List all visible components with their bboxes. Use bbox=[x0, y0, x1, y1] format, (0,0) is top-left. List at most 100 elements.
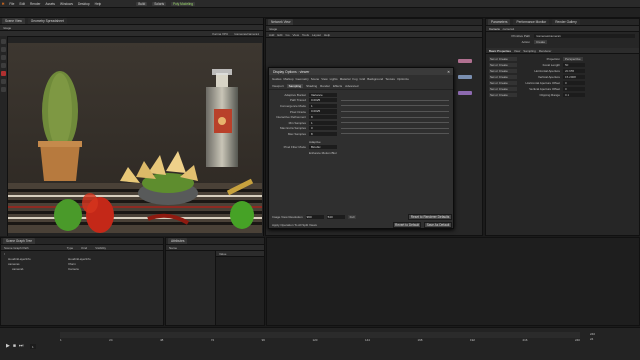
set-or-create[interactable]: Set or Create bbox=[489, 93, 517, 97]
current-frame-field[interactable]: 1 bbox=[30, 344, 36, 349]
subtab-renderer[interactable]: Renderer bbox=[539, 49, 552, 53]
pixel-oracle-slider[interactable] bbox=[341, 111, 449, 113]
action-select[interactable]: Create bbox=[534, 40, 548, 44]
tab-scene-graph[interactable]: Scene Graph Tree bbox=[3, 238, 36, 244]
extra-samples-field[interactable]: 0 bbox=[309, 126, 337, 131]
subtab-viewport[interactable]: Viewport bbox=[272, 84, 284, 88]
revert-default-button[interactable]: Revert to Default bbox=[393, 222, 421, 228]
set-or-create[interactable]: Set or Create bbox=[489, 87, 517, 91]
net-menu-go[interactable]: Go bbox=[286, 33, 290, 37]
max-samples-slider[interactable] bbox=[341, 133, 449, 135]
col-visibility[interactable]: Visibility bbox=[95, 246, 106, 250]
menu-windows[interactable]: Windows bbox=[60, 2, 73, 6]
col-type[interactable]: Type bbox=[67, 246, 74, 250]
col-kind[interactable]: Kind bbox=[81, 246, 87, 250]
res-height-field[interactable]: 540 bbox=[326, 214, 345, 220]
subtab-effects[interactable]: Effects bbox=[333, 84, 342, 88]
tab-details[interactable]: Attributes bbox=[168, 238, 188, 244]
tab-optimize[interactable]: Optimize bbox=[397, 77, 409, 81]
refinement-field[interactable]: 8 bbox=[309, 115, 337, 120]
convergence-slider[interactable] bbox=[341, 105, 449, 107]
convergence-field[interactable]: 1 bbox=[309, 103, 337, 109]
menu-edit[interactable]: Edit bbox=[19, 2, 25, 6]
tab-scene-view[interactable]: Scene View bbox=[2, 18, 25, 24]
fps-field[interactable]: 24 bbox=[590, 337, 595, 341]
node-name-field[interactable]: camera1 bbox=[503, 27, 515, 31]
tree-row[interactable]: camera1 Camera bbox=[4, 267, 160, 272]
tab-geometry[interactable]: Geometry bbox=[296, 77, 309, 81]
scale-tool-icon[interactable] bbox=[1, 63, 6, 68]
handle-tool-icon[interactable] bbox=[1, 71, 6, 76]
magnet-icon[interactable] bbox=[1, 79, 6, 84]
tab-view[interactable]: View bbox=[321, 77, 327, 81]
tab-fog[interactable]: Fog bbox=[352, 77, 357, 81]
reset-renderer-defaults-button[interactable]: Reset to Renderer Defaults bbox=[408, 214, 452, 220]
subtab-advanced[interactable]: Advanced bbox=[345, 84, 358, 88]
menu-help[interactable]: Help bbox=[95, 2, 102, 6]
adaptive-bucket-select[interactable]: Variance bbox=[309, 92, 337, 97]
col-name[interactable]: Name bbox=[169, 246, 177, 250]
step-forward-icon[interactable]: ⏭ bbox=[19, 343, 24, 349]
net-menu-edit[interactable]: Edit bbox=[277, 33, 282, 37]
adaptive-checkbox[interactable]: Adaptive bbox=[309, 140, 321, 144]
set-or-create[interactable]: Set or Create bbox=[489, 69, 517, 73]
subtab-basic[interactable]: Basic Properties bbox=[489, 49, 511, 53]
tab-guides[interactable]: Guides bbox=[272, 77, 282, 81]
network-path[interactable]: /stage bbox=[269, 27, 277, 31]
play-icon[interactable]: ▶ bbox=[6, 343, 10, 349]
desktop-select[interactable]: Solaris bbox=[152, 1, 167, 6]
subtab-render[interactable]: Render bbox=[320, 84, 330, 88]
tab-geometry-spreadsheet[interactable]: Geometry Spreadsheet bbox=[27, 18, 67, 24]
menu-file[interactable]: File bbox=[9, 2, 14, 6]
pixel-filter-select[interactable]: Bicubic bbox=[309, 145, 337, 150]
net-menu-layout[interactable]: Layout bbox=[312, 33, 321, 37]
v-aperture-field[interactable]: 15.2908 bbox=[563, 75, 585, 79]
col-path[interactable]: Scene Graph Path bbox=[4, 246, 29, 250]
tab-parameters[interactable]: Parameters bbox=[488, 19, 511, 25]
net-menu-tools[interactable]: Tools bbox=[302, 33, 309, 37]
projection-select[interactable]: Perspective bbox=[563, 57, 583, 61]
move-tool-icon[interactable] bbox=[1, 47, 6, 52]
tab-markup[interactable]: Markup bbox=[284, 77, 294, 81]
set-or-create[interactable]: Set or Create bbox=[489, 63, 517, 67]
rotate-tool-icon[interactable] bbox=[1, 55, 6, 60]
min-samples-slider[interactable] bbox=[341, 122, 449, 124]
subtab-view[interactable]: View bbox=[514, 49, 520, 53]
res-unit-select[interactable]: Full bbox=[347, 215, 357, 219]
network-node[interactable] bbox=[458, 59, 472, 63]
clipping-range-field[interactable]: 0.1 bbox=[563, 93, 585, 97]
select-tool-icon[interactable] bbox=[1, 39, 6, 44]
camera-icon[interactable] bbox=[1, 87, 6, 92]
menu-assets[interactable]: Assets bbox=[45, 2, 55, 6]
tab-performance-monitor[interactable]: Performance Monitor bbox=[513, 19, 550, 25]
subtab-shading[interactable]: Shading bbox=[306, 84, 317, 88]
image-view-res-checkbox[interactable]: Image View Resolution bbox=[272, 215, 303, 219]
h-aperture-field[interactable]: 20.955 bbox=[563, 69, 585, 73]
set-or-create[interactable]: Set or Create bbox=[489, 75, 517, 79]
primitive-path-field[interactable]: /cameras/camera1 bbox=[534, 34, 635, 38]
tab-grid[interactable]: Grid bbox=[360, 77, 366, 81]
render-delegate-select[interactable]: Karma XPU bbox=[212, 32, 228, 36]
houdini-logo[interactable]: H bbox=[2, 2, 4, 6]
focal-length-field[interactable]: 50 bbox=[563, 63, 585, 67]
h-offset-field[interactable]: 0 bbox=[563, 81, 585, 85]
end-frame-field[interactable]: 240 bbox=[590, 332, 595, 336]
extra-samples-slider[interactable] bbox=[341, 127, 449, 129]
net-menu-view[interactable]: View bbox=[293, 33, 299, 37]
min-samples-field[interactable]: 1 bbox=[309, 120, 337, 125]
net-menu-add[interactable]: Add bbox=[269, 33, 274, 37]
tab-background[interactable]: Background bbox=[367, 77, 383, 81]
pixel-oracle-field[interactable]: 0.0025 bbox=[309, 109, 337, 114]
col-value[interactable]: Value bbox=[219, 252, 226, 256]
camera-select[interactable]: /cameras/camera1 bbox=[234, 32, 259, 36]
close-icon[interactable]: ✕ bbox=[447, 70, 453, 74]
tab-material[interactable]: Material bbox=[340, 77, 351, 81]
net-menu-help[interactable]: Help bbox=[324, 33, 330, 37]
tab-texture[interactable]: Texture bbox=[385, 77, 395, 81]
viewport-render[interactable] bbox=[8, 43, 262, 233]
path-traced-field[interactable]: 0.0025 bbox=[309, 98, 337, 103]
tab-scene[interactable]: Scene bbox=[311, 77, 320, 81]
refinement-slider[interactable] bbox=[341, 116, 449, 118]
apply-all-views-checkbox[interactable]: Apply Operation To All Split Views bbox=[272, 223, 317, 227]
left-path[interactable]: /stage bbox=[3, 26, 11, 30]
